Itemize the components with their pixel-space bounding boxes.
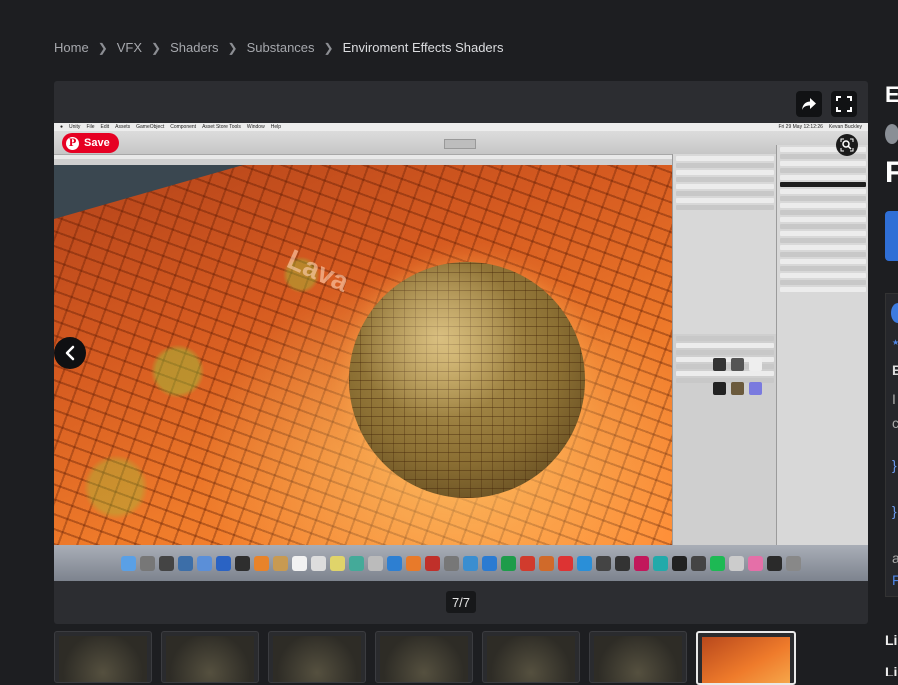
thumbnail-5[interactable] bbox=[482, 631, 580, 683]
lava-sphere bbox=[349, 262, 585, 498]
breadcrumb-substances[interactable]: Substances bbox=[247, 40, 315, 55]
project-panel bbox=[672, 334, 777, 545]
license-heading-partial: Li bbox=[885, 632, 898, 648]
menu-item: Unity bbox=[69, 124, 81, 130]
thumbnail-4[interactable] bbox=[375, 631, 473, 683]
price-partial: F bbox=[885, 156, 898, 189]
status-user: Kevan Buckley bbox=[828, 124, 862, 130]
thumbnail-strip bbox=[54, 631, 796, 685]
share-button[interactable] bbox=[796, 91, 822, 117]
menu-item: GameObject bbox=[136, 124, 165, 130]
menu-item: Edit bbox=[100, 124, 110, 130]
asset-thumbs bbox=[713, 358, 762, 371]
save-label: Save bbox=[84, 137, 110, 149]
fullscreen-button[interactable] bbox=[831, 91, 857, 117]
scene-view: Lava bbox=[54, 159, 672, 545]
visual-search-icon bbox=[840, 138, 854, 152]
share-icon bbox=[802, 98, 816, 110]
menu-item: Help bbox=[270, 124, 281, 130]
info-badge-icon bbox=[891, 303, 898, 323]
product-screenshot: ● Unity File Edit Assets GameObject Comp… bbox=[54, 123, 868, 581]
product-sidebar-clipped: E F ★ B I c } } a F Li Li bbox=[885, 0, 898, 676]
menu-item: Component bbox=[170, 124, 197, 130]
menu-item: Window bbox=[246, 124, 265, 130]
menu-item: File bbox=[86, 124, 95, 130]
thumbnail-1[interactable] bbox=[54, 631, 152, 683]
pinterest-icon: P bbox=[66, 136, 79, 150]
apple-icon: ● bbox=[60, 124, 64, 130]
chevron-right-icon: ❯ bbox=[227, 40, 238, 55]
scene-tabbar bbox=[54, 159, 672, 165]
product-title-partial: E bbox=[885, 82, 898, 107]
play-controls bbox=[444, 139, 476, 149]
previous-image-button[interactable] bbox=[54, 337, 86, 369]
scene-lava-label: Lava bbox=[282, 243, 354, 298]
thumbnail-3[interactable] bbox=[268, 631, 366, 683]
unity-toolbar bbox=[54, 131, 868, 155]
hierarchy-panel bbox=[672, 154, 777, 334]
breadcrumb-home[interactable]: Home bbox=[54, 40, 89, 55]
scene-edge bbox=[54, 159, 264, 219]
buy-button-partial[interactable] bbox=[885, 211, 898, 261]
thumbnail-6[interactable] bbox=[589, 631, 687, 683]
chevron-right-icon: ❯ bbox=[97, 40, 108, 55]
pinterest-save-button[interactable]: P Save bbox=[62, 133, 119, 153]
card-code-partial: } bbox=[892, 503, 897, 519]
license-heading-partial: Li bbox=[885, 664, 898, 676]
image-counter: 7/7 bbox=[446, 591, 476, 613]
card-text-partial: I bbox=[892, 391, 896, 407]
inspector-panel bbox=[776, 145, 868, 545]
menu-item: Assets bbox=[115, 124, 131, 130]
card-text-partial: a bbox=[892, 550, 898, 566]
avatar[interactable] bbox=[885, 124, 898, 144]
card-heading-partial: B bbox=[892, 362, 898, 378]
chevron-left-icon bbox=[65, 345, 75, 361]
card-code-partial: } bbox=[892, 457, 897, 473]
status-clock: Fri 29 May 12:12:26 bbox=[778, 124, 823, 130]
breadcrumb-current: Enviroment Effects Shaders bbox=[342, 40, 504, 55]
star-icon: ★ bbox=[892, 338, 898, 347]
asset-thumbs bbox=[713, 382, 762, 395]
menu-item: Asset Store Tools bbox=[202, 124, 241, 130]
visual-search-button[interactable] bbox=[836, 134, 858, 156]
mac-dock bbox=[54, 545, 868, 581]
chevron-right-icon: ❯ bbox=[323, 40, 334, 55]
breadcrumb-vfx[interactable]: VFX bbox=[117, 40, 142, 55]
card-text-partial: c bbox=[892, 415, 898, 431]
chevron-right-icon: ❯ bbox=[151, 40, 162, 55]
fullscreen-icon bbox=[836, 96, 852, 112]
thumbnail-2[interactable] bbox=[161, 631, 259, 683]
image-viewer: ● Unity File Edit Assets GameObject Comp… bbox=[54, 81, 868, 624]
breadcrumb-shaders[interactable]: Shaders bbox=[170, 40, 218, 55]
thumbnail-7[interactable] bbox=[696, 631, 796, 685]
breadcrumb: Home ❯ VFX ❯ Shaders ❯ Substances ❯ Envi… bbox=[54, 40, 504, 55]
card-link-partial[interactable]: F bbox=[892, 572, 898, 588]
